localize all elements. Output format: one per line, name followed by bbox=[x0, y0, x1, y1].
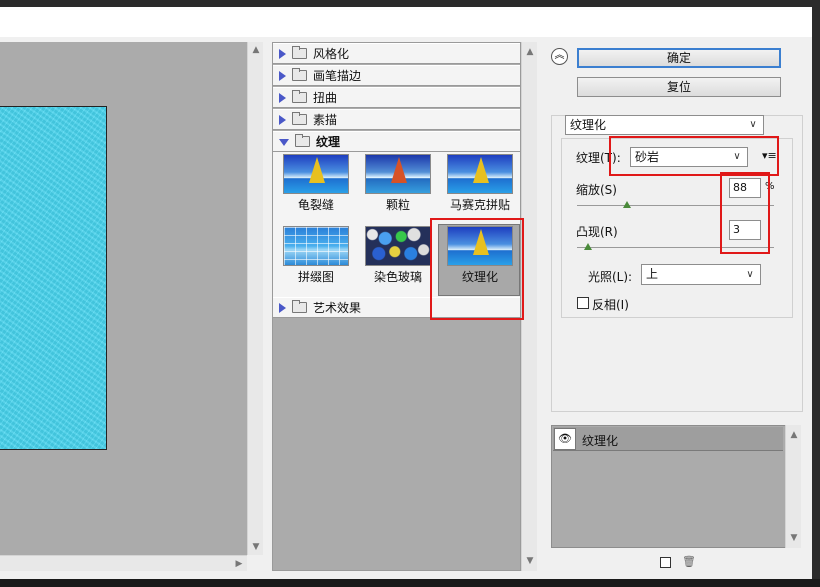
folder-icon bbox=[292, 112, 307, 125]
expand-arrow-icon[interactable] bbox=[279, 92, 286, 103]
window-top-strip bbox=[0, 0, 820, 7]
ok-button[interactable]: 确定 bbox=[577, 48, 781, 68]
category-stylize[interactable]: 风格化 bbox=[273, 43, 520, 64]
relief-slider-thumb[interactable] bbox=[584, 243, 592, 250]
category-label: 素描 bbox=[313, 113, 338, 127]
category-distort[interactable]: 扭曲 bbox=[273, 87, 520, 108]
scaling-label: 缩放(S) bbox=[576, 183, 617, 197]
collapse-gallery-icon[interactable]: ︽ bbox=[551, 48, 568, 65]
stained-glass-thumbnail[interactable] bbox=[365, 226, 431, 266]
folder-icon bbox=[292, 300, 307, 313]
trash-icon[interactable]: 🗑 bbox=[682, 556, 696, 567]
layers-vertical-scrollbar[interactable]: ▲ ▼ bbox=[785, 425, 801, 548]
scroll-right-icon[interactable]: ▶ bbox=[231, 556, 247, 572]
invert-label: 反相(I) bbox=[592, 298, 629, 312]
new-effect-layer-icon[interactable] bbox=[660, 557, 671, 568]
filter-label: 颗粒 bbox=[385, 198, 410, 212]
relief-label: 凸现(R) bbox=[576, 225, 618, 239]
collapse-arrow-icon[interactable] bbox=[279, 139, 289, 146]
folder-icon bbox=[292, 46, 307, 59]
chevron-down-icon: ∨ bbox=[746, 269, 754, 280]
light-label: 光照(L): bbox=[588, 270, 633, 284]
scaling-slider-thumb[interactable] bbox=[623, 201, 631, 208]
expand-arrow-icon[interactable] bbox=[279, 114, 286, 125]
category-label: 画笔描边 bbox=[313, 69, 362, 83]
window-right-edge bbox=[812, 0, 820, 587]
chevron-down-icon: ∨ bbox=[749, 119, 757, 130]
mosaic-tiles-thumbnail[interactable] bbox=[447, 154, 513, 194]
category-label: 扭曲 bbox=[313, 91, 338, 105]
craquelure-thumbnail[interactable] bbox=[283, 154, 349, 194]
scroll-down-icon[interactable]: ▼ bbox=[248, 539, 264, 555]
filter-select[interactable]: 纹理化 ∨ bbox=[565, 115, 764, 135]
window-header-area bbox=[0, 7, 812, 37]
invert-checkbox[interactable] bbox=[577, 297, 589, 309]
expand-arrow-icon[interactable] bbox=[279, 302, 286, 313]
filter-label: 染色玻璃 bbox=[373, 270, 422, 284]
expand-arrow-icon[interactable] bbox=[279, 48, 286, 59]
sailboat-icon bbox=[309, 157, 325, 183]
window-bottom-edge bbox=[0, 579, 820, 587]
grain-thumbnail[interactable] bbox=[365, 154, 431, 194]
folder-icon bbox=[292, 68, 307, 81]
scroll-up-icon[interactable]: ▲ bbox=[522, 44, 538, 60]
effect-layer-label: 纹理化 bbox=[582, 434, 619, 448]
patchwork-thumbnail[interactable] bbox=[283, 226, 349, 266]
category-sketch[interactable]: 素描 bbox=[273, 109, 520, 130]
scroll-down-icon[interactable]: ▼ bbox=[786, 530, 802, 546]
sailboat-icon bbox=[473, 157, 489, 183]
scroll-up-icon[interactable]: ▲ bbox=[786, 427, 802, 443]
sailboat-icon bbox=[391, 157, 407, 183]
annotation-box-texture bbox=[609, 136, 779, 176]
category-label: 纹理 bbox=[316, 135, 341, 149]
preview-image bbox=[0, 106, 107, 450]
preview-vertical-scrollbar[interactable]: ▲ ▼ bbox=[247, 42, 263, 555]
category-texture[interactable]: 纹理 bbox=[273, 131, 520, 152]
category-label: 艺术效果 bbox=[313, 301, 362, 315]
folder-open-icon bbox=[295, 134, 310, 147]
preview-horizontal-scrollbar[interactable]: ▶ bbox=[0, 555, 247, 571]
light-select-value: 上 bbox=[646, 267, 659, 281]
filter-select-value: 纹理化 bbox=[570, 118, 607, 132]
filter-label: 拼缀图 bbox=[297, 270, 334, 284]
scroll-down-icon[interactable]: ▼ bbox=[522, 553, 538, 569]
expand-arrow-icon[interactable] bbox=[279, 70, 286, 81]
scroll-up-icon[interactable]: ▲ bbox=[248, 42, 264, 58]
annotation-box-texturizer bbox=[430, 218, 524, 320]
reset-button[interactable]: 复位 bbox=[577, 77, 781, 97]
category-label: 风格化 bbox=[313, 47, 350, 61]
filter-label: 龟裂缝 bbox=[297, 198, 334, 212]
filter-label: 马赛克拼贴 bbox=[449, 198, 510, 212]
category-brush-strokes[interactable]: 画笔描边 bbox=[273, 65, 520, 86]
annotation-box-values bbox=[720, 172, 770, 254]
eye-icon[interactable]: 👁 bbox=[554, 428, 576, 450]
folder-icon bbox=[292, 90, 307, 103]
light-select[interactable]: 上 ∨ bbox=[641, 264, 761, 285]
